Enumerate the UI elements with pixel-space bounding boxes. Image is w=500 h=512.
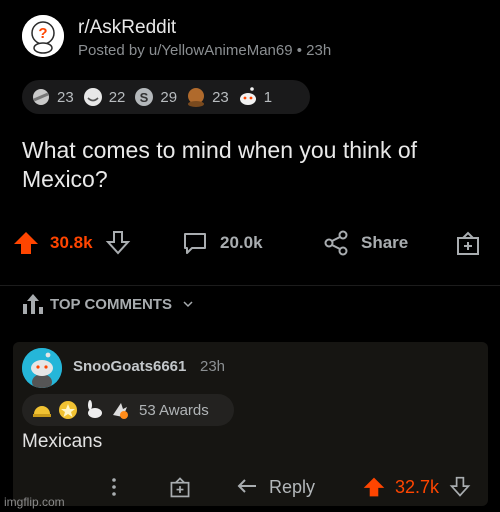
upvote-arrow-icon[interactable] <box>12 229 40 257</box>
avatar[interactable] <box>22 348 62 388</box>
award-item[interactable]: S 29 <box>133 86 177 108</box>
post-upvote-count: 30.8k <box>50 233 93 252</box>
share-icon <box>324 230 348 256</box>
reply-label: Reply <box>269 476 316 497</box>
award-item[interactable]: 23 <box>185 86 229 108</box>
comment-username[interactable]: SnooGoats6661 <box>73 358 186 375</box>
comment-vote-group: 32.7k <box>362 472 471 502</box>
wholesome-award-icon <box>83 88 102 106</box>
gift-icon <box>457 231 479 255</box>
post-title[interactable]: What comes to mind when you think of Mex… <box>22 136 482 194</box>
sort-label: TOP COMMENTS <box>50 295 172 313</box>
subreddit-name[interactable]: r/AskReddit <box>78 17 176 39</box>
more-options-button[interactable] <box>108 472 120 502</box>
svg-text:S: S <box>140 90 149 105</box>
comment-time: 23h <box>200 358 226 375</box>
share-label: Share <box>361 233 409 252</box>
chevron-down-icon <box>183 301 193 308</box>
award-count: 29 <box>160 88 178 106</box>
downvote-arrow-icon[interactable] <box>105 229 131 257</box>
comment-award-button[interactable] <box>168 472 192 502</box>
award-count: 23 <box>212 88 229 106</box>
subreddit-avatar[interactable]: ? <box>22 15 64 57</box>
awards-count-label: 53 Awards <box>139 401 209 419</box>
award-count: 1 <box>263 88 273 106</box>
award-item[interactable]: 1 <box>237 86 272 108</box>
award-item[interactable]: 23 <box>30 86 74 108</box>
sort-comments-dropdown[interactable]: TOP COMMENTS <box>22 292 194 316</box>
comment-bubble-icon <box>184 233 206 254</box>
share-button[interactable]: Share <box>322 226 408 260</box>
helmet-award-icon <box>33 406 51 417</box>
comment-body: Mexicans <box>22 431 103 452</box>
more-dots-icon <box>112 478 116 496</box>
award-button[interactable] <box>454 226 482 260</box>
fire-award-icon <box>113 403 128 419</box>
facepalm-award-icon <box>188 88 205 107</box>
vote-group: 30.8k <box>12 226 131 260</box>
watermark: imgflip.com <box>4 495 65 509</box>
silver-award-icon: S <box>135 88 154 106</box>
upvote-arrow-icon[interactable] <box>362 475 386 499</box>
snoo-award-icon <box>239 87 256 105</box>
post-meta: Posted by u/YellowAnimeMan69 • 23h <box>78 42 332 59</box>
downvote-arrow-icon[interactable] <box>449 475 471 499</box>
reply-arrow-icon <box>237 479 256 493</box>
award-count: 22 <box>108 88 126 106</box>
award-count: 23 <box>57 88 74 106</box>
rocket-sort-icon <box>23 294 43 314</box>
reply-button[interactable]: Reply <box>236 472 315 502</box>
section-divider <box>0 285 500 286</box>
comment-upvote-count: 32.7k <box>395 476 440 497</box>
award-item[interactable]: 22 <box>82 86 126 108</box>
star-award-icon <box>59 401 77 419</box>
comments-button[interactable]: 20.0k <box>181 226 263 260</box>
bunny-award-icon <box>88 400 102 418</box>
comment-count: 20.0k <box>220 233 263 252</box>
post-awards[interactable]: 23 22 S 29 23 1 <box>22 80 310 114</box>
gift-icon <box>170 477 190 498</box>
svg-text:?: ? <box>38 25 47 42</box>
comment-awards[interactable]: 53 Awards <box>22 394 234 426</box>
hugz-award-icon <box>33 89 49 105</box>
